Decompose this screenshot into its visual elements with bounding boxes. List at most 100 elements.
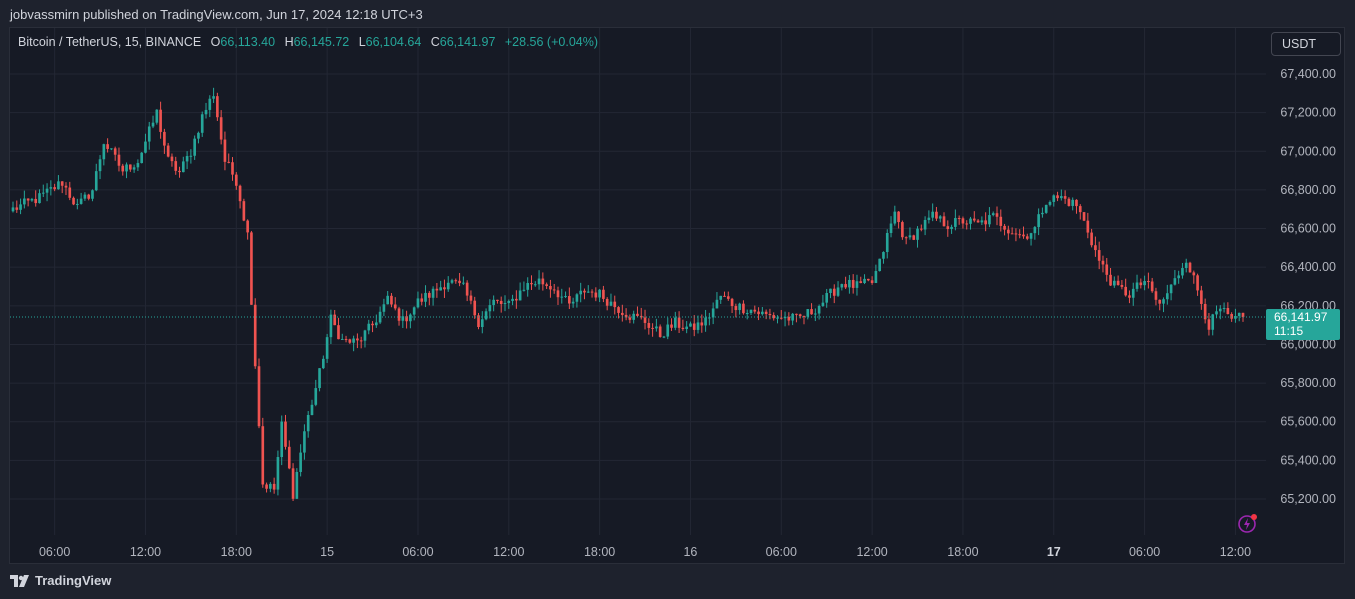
candle-body bbox=[647, 322, 651, 328]
candle-body bbox=[163, 131, 166, 146]
x-tick-label: 18:00 bbox=[584, 545, 615, 559]
candle-body bbox=[583, 290, 586, 293]
candle-body bbox=[946, 226, 950, 230]
candle-body bbox=[189, 155, 193, 157]
candle-body bbox=[609, 301, 613, 306]
x-tick-label: 06:00 bbox=[766, 545, 797, 559]
candle-body bbox=[45, 188, 49, 193]
flash-icon[interactable] bbox=[1236, 512, 1258, 534]
candle-body bbox=[439, 287, 442, 291]
candle-body bbox=[424, 292, 427, 302]
candle-body bbox=[473, 300, 477, 316]
candle-body bbox=[1169, 284, 1173, 294]
candle-body bbox=[1044, 204, 1048, 213]
candle-body bbox=[643, 317, 647, 323]
candle-body bbox=[1181, 268, 1184, 276]
candle-body bbox=[1010, 233, 1014, 235]
candle-body bbox=[972, 218, 976, 221]
candle-body bbox=[651, 327, 654, 329]
candle-body bbox=[57, 181, 60, 190]
candle-body bbox=[726, 296, 730, 299]
candle-body bbox=[462, 282, 465, 284]
candle-body bbox=[212, 96, 215, 99]
candle-body bbox=[363, 330, 367, 341]
candle-body bbox=[310, 404, 314, 416]
candle-body bbox=[1188, 262, 1192, 273]
candle-body bbox=[923, 219, 927, 230]
candle-body bbox=[617, 307, 620, 313]
legend-low-value: 66,104.64 bbox=[365, 35, 422, 49]
candle-body bbox=[954, 218, 957, 227]
candle-body bbox=[988, 215, 991, 225]
candle-body bbox=[673, 317, 677, 328]
candle-body bbox=[318, 368, 321, 389]
candle-body bbox=[322, 358, 325, 369]
x-tick-label: 06:00 bbox=[1129, 545, 1160, 559]
candle-body bbox=[26, 198, 30, 201]
symbol-legend: Bitcoin / TetherUS, 15, BINANCE O66,113.… bbox=[18, 35, 598, 49]
candle-body bbox=[1018, 234, 1022, 236]
chart-pane[interactable]: 67,400.00 67,200.00 67,000.00 66,800.00 66,6… bbox=[9, 27, 1345, 564]
candle-body bbox=[219, 117, 223, 140]
legend-change-value: +28.56 (+0.04%) bbox=[504, 35, 598, 49]
candle-body bbox=[991, 213, 995, 216]
candle-body bbox=[1143, 281, 1146, 286]
candle-body bbox=[628, 317, 632, 320]
candle-body bbox=[556, 290, 560, 298]
legend-open-value: 66,113.40 bbox=[220, 35, 276, 49]
candle-body bbox=[620, 312, 624, 315]
candle-body bbox=[1048, 201, 1052, 205]
candle-body bbox=[484, 311, 488, 320]
y-tick-label: 67,400.00 bbox=[1280, 67, 1336, 81]
candle-body bbox=[76, 203, 79, 205]
candle-body bbox=[836, 287, 840, 296]
candle-body bbox=[181, 161, 185, 173]
candle-body bbox=[984, 220, 987, 225]
candle-body bbox=[53, 187, 56, 190]
legend-symbol[interactable]: Bitcoin / TetherUS, 15, BINANCE bbox=[18, 35, 201, 49]
candle-body bbox=[140, 152, 144, 164]
candle-body bbox=[337, 325, 340, 340]
candle-body bbox=[999, 216, 1003, 226]
candle-body bbox=[613, 301, 617, 308]
candle-body bbox=[393, 304, 397, 309]
y-tick-label: 65,800.00 bbox=[1280, 376, 1336, 390]
candle-body bbox=[1105, 264, 1109, 275]
candle-body bbox=[79, 198, 83, 204]
candle-body bbox=[1075, 199, 1078, 207]
candle-body bbox=[1120, 284, 1124, 287]
candle-body bbox=[147, 126, 151, 142]
candle-body bbox=[253, 304, 257, 367]
candle-body bbox=[166, 145, 170, 157]
y-tick-label: 67,200.00 bbox=[1280, 106, 1336, 120]
candle-body bbox=[333, 314, 337, 326]
candle-body bbox=[840, 284, 844, 288]
candle-body bbox=[851, 279, 855, 288]
candle-body bbox=[257, 366, 261, 427]
tradingview-logo[interactable]: TradingView bbox=[10, 573, 111, 588]
last-price-value: 66,141.97 bbox=[1274, 310, 1328, 324]
candle-body bbox=[496, 299, 499, 301]
candle-body bbox=[560, 296, 564, 298]
candle-body bbox=[49, 187, 53, 189]
candle-body bbox=[1060, 196, 1063, 199]
candle-body bbox=[598, 289, 601, 298]
y-tick-label: 65,600.00 bbox=[1280, 415, 1336, 429]
candle-body bbox=[382, 304, 386, 312]
y-tick-label: 65,400.00 bbox=[1280, 453, 1336, 467]
x-tick-label: 18:00 bbox=[947, 545, 978, 559]
candle-body bbox=[507, 300, 511, 304]
candle-body bbox=[689, 323, 692, 327]
x-tick-label: 12:00 bbox=[856, 545, 887, 559]
candle-body bbox=[1052, 195, 1056, 202]
candle-body bbox=[885, 232, 889, 253]
candle-body bbox=[427, 292, 431, 298]
candle-body bbox=[234, 174, 238, 186]
candle-body bbox=[579, 290, 583, 295]
candlestick-chart[interactable]: 67,400.00 67,200.00 67,000.00 66,800.00 66,6… bbox=[10, 28, 1346, 565]
candle-body bbox=[390, 295, 393, 305]
currency-button[interactable]: USDT bbox=[1271, 32, 1341, 56]
candle-body bbox=[757, 311, 760, 315]
candle-body bbox=[817, 305, 821, 314]
legend-low-label: L bbox=[358, 35, 366, 49]
